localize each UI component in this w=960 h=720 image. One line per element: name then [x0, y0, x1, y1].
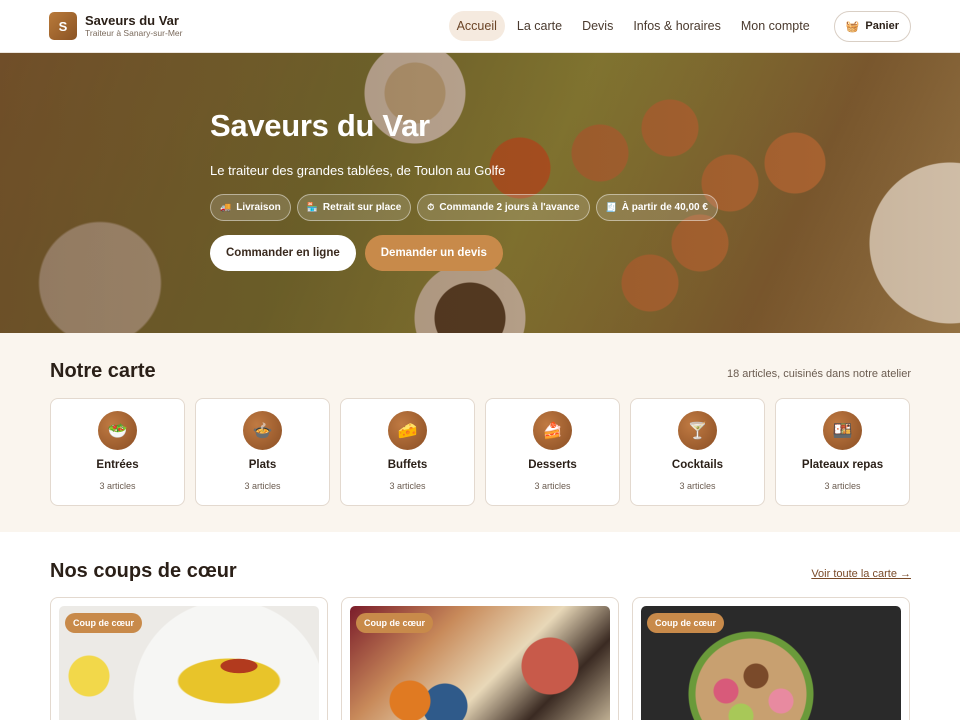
main-nav: Accueil La carte Devis Infos & horaires …: [448, 10, 911, 42]
category-card-plateaux-repas[interactable]: 🍱 Plateaux repas 3 articles: [775, 398, 910, 506]
category-card-cocktails[interactable]: 🍸 Cocktails 3 articles: [630, 398, 765, 506]
bento-icon: 🍱: [823, 411, 862, 450]
product-image: Coup de cœur: [59, 606, 319, 720]
chip-livraison: 🚚 Livraison: [210, 194, 291, 221]
category-name: Cocktails: [671, 459, 724, 471]
site-header: S Saveurs du Var Traiteur à Sanary-sur-M…: [0, 0, 960, 53]
category-count: 3 articles: [99, 481, 136, 491]
menu-section: Notre carte 18 articles, cuisinés dans n…: [0, 333, 960, 532]
nav-mon-compte[interactable]: Mon compte: [733, 11, 818, 41]
favorite-badge: Coup de cœur: [65, 613, 142, 633]
section-title: Notre carte: [50, 360, 156, 382]
category-card-plats[interactable]: 🍲 Plats 3 articles: [195, 398, 330, 506]
product-card[interactable]: Coup de cœur: [50, 597, 328, 720]
product-image: Coup de cœur: [350, 606, 610, 720]
favorites-list: Coup de cœur Coup de cœur Coup de cœur: [50, 597, 910, 720]
chip-commande: ⏱ Commande 2 jours à l'avance: [417, 194, 590, 221]
nav-la-carte[interactable]: La carte: [509, 11, 570, 41]
cocktail-icon: 🍸: [678, 411, 717, 450]
truck-icon: 🚚: [220, 202, 232, 212]
hero-actions: Commander en ligne Demander un devis: [210, 235, 718, 271]
hero-subtitle: Le traiteur des grandes tablées, de Toul…: [210, 163, 506, 178]
category-name: Plats: [248, 459, 277, 471]
favorites-section: Nos coups de cœur Voir toute la carte → …: [0, 532, 960, 720]
chip-label: Commande 2 jours à l'avance: [439, 202, 580, 213]
category-name: Plateaux repas: [801, 459, 884, 471]
nav-accueil[interactable]: Accueil: [448, 11, 505, 41]
chip-prix: 🧾 À partir de 40,00 €: [595, 194, 718, 221]
category-count: 3 articles: [824, 481, 861, 491]
category-card-entrees[interactable]: 🥗 Entrées 3 articles: [50, 398, 185, 506]
nav-devis[interactable]: Devis: [574, 11, 621, 41]
chip-label: Retrait sur place: [322, 202, 402, 213]
nav-infos-horaires[interactable]: Infos & horaires: [625, 11, 729, 41]
product-image: Coup de cœur: [641, 606, 901, 720]
cake-icon: 🍰: [533, 411, 572, 450]
order-online-button[interactable]: Commander en ligne: [210, 235, 356, 271]
chip-label: Livraison: [236, 202, 281, 213]
brand-name: Saveurs du Var: [85, 12, 179, 28]
clock-icon: ⏱: [427, 202, 435, 212]
category-name: Buffets: [387, 459, 428, 471]
logo[interactable]: S: [49, 12, 77, 40]
hero-title: Saveurs du Var: [210, 108, 430, 143]
brand[interactable]: Saveurs du Var Traiteur à Sanary-sur-Mer: [85, 12, 183, 39]
cart-label: Panier: [865, 20, 899, 32]
store-icon: 🏪: [306, 202, 318, 212]
cheese-icon: 🧀: [388, 411, 427, 450]
category-card-buffets[interactable]: 🧀 Buffets 3 articles: [340, 398, 475, 506]
favorite-badge: Coup de cœur: [356, 613, 433, 633]
basket-icon: 🧺: [845, 20, 860, 33]
category-count: 3 articles: [389, 481, 426, 491]
receipt-icon: 🧾: [605, 202, 617, 212]
category-card-desserts[interactable]: 🍰 Desserts 3 articles: [485, 398, 620, 506]
category-count: 3 articles: [679, 481, 716, 491]
salad-icon: 🥗: [98, 411, 137, 450]
hero-banner: Saveurs du Var Le traiteur des grandes t…: [0, 53, 960, 333]
menu-meta: 18 articles, cuisinés dans notre atelier: [726, 368, 911, 380]
product-card[interactable]: Coup de cœur: [341, 597, 619, 720]
product-card[interactable]: Coup de cœur: [632, 597, 910, 720]
hero-content: Saveurs du Var Le traiteur des grandes t…: [210, 108, 718, 271]
hero-chips: 🚚 Livraison 🏪 Retrait sur place ⏱ Comman…: [210, 194, 718, 221]
category-count: 3 articles: [534, 481, 571, 491]
category-count: 3 articles: [244, 481, 281, 491]
request-quote-button[interactable]: Demander un devis: [364, 235, 503, 271]
brand-tagline: Traiteur à Sanary-sur-Mer: [85, 27, 183, 38]
stew-icon: 🍲: [243, 411, 282, 450]
category-name: Desserts: [528, 459, 577, 471]
category-name: Entrées: [96, 459, 139, 471]
cart-button[interactable]: 🧺 Panier: [833, 10, 911, 42]
favorite-badge: Coup de cœur: [647, 613, 724, 633]
see-full-menu-link[interactable]: Voir toute la carte →: [811, 568, 911, 580]
category-list: 🥗 Entrées 3 articles 🍲 Plats 3 articles …: [50, 398, 910, 506]
chip-retrait: 🏪 Retrait sur place: [296, 194, 412, 221]
chip-label: À partir de 40,00 €: [621, 202, 708, 213]
section-title: Nos coups de cœur: [50, 560, 237, 582]
